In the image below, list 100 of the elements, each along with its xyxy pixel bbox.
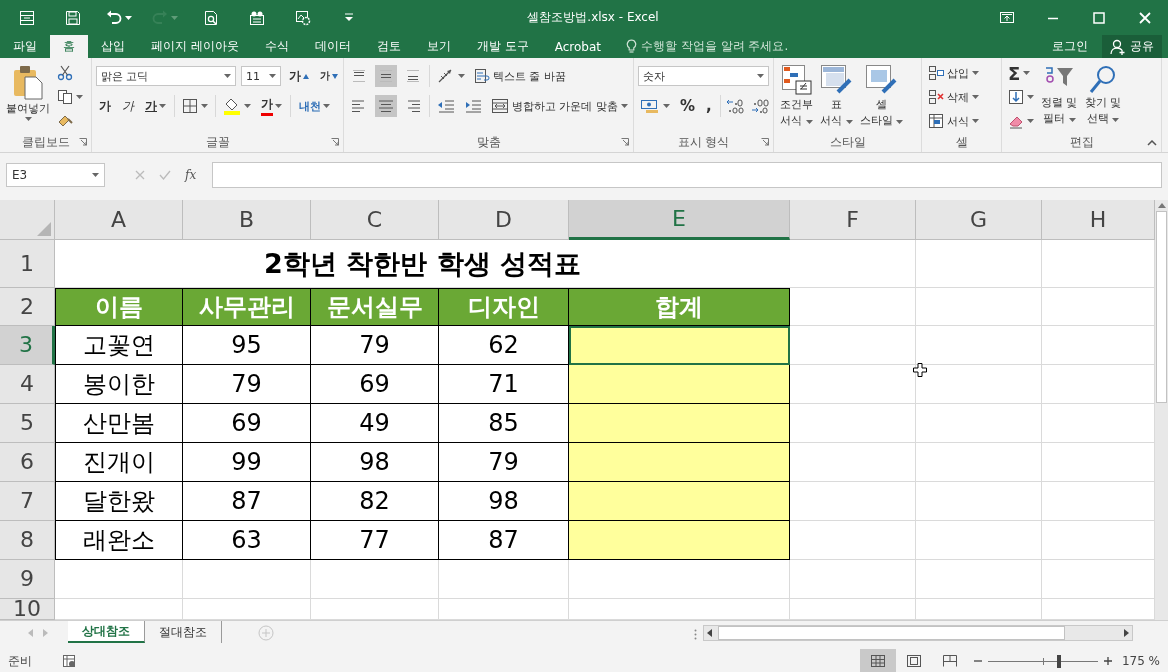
editing-button[interactable]: 찾기 및 선택 (1082, 62, 1123, 132)
caret-icon[interactable] (24, 117, 32, 121)
cells-button[interactable]: 삽입 (926, 62, 981, 84)
number-format-field[interactable]: 숫자 (638, 66, 769, 86)
zoom-out-icon[interactable] (973, 657, 982, 665)
ribbon-tab[interactable]: 삽입 (88, 35, 138, 58)
copy-icon[interactable] (57, 89, 73, 105)
scroll-up-icon[interactable] (1157, 203, 1166, 208)
caret-icon[interactable] (896, 120, 903, 124)
save-icon[interactable] (65, 9, 81, 26)
row-header[interactable]: 8 (0, 521, 55, 560)
caret-icon[interactable] (845, 120, 853, 124)
font-name-field[interactable]: 맑은 고딕 (96, 66, 236, 86)
phonetic-button[interactable]: 내천 (296, 95, 333, 117)
caret-icon[interactable] (275, 104, 282, 108)
formula-field[interactable] (212, 162, 1162, 188)
scissors-icon[interactable] (57, 65, 73, 81)
style-button[interactable]: 조건부 서식 (778, 62, 815, 132)
row-header[interactable]: 1 (0, 240, 55, 288)
caret-icon[interactable] (1027, 119, 1034, 123)
row-header[interactable]: 9 (0, 560, 55, 599)
caret-icon[interactable] (1027, 95, 1034, 99)
zoom-level[interactable]: 175 % (1121, 654, 1160, 668)
caret-icon[interactable] (1112, 118, 1119, 122)
caret-icon[interactable] (458, 74, 465, 78)
dialog-launcher-icon[interactable] (761, 138, 769, 146)
currency-icon[interactable] (640, 98, 660, 114)
style-button[interactable]: 셀 스타일 (857, 62, 905, 132)
ribbon-tab[interactable]: 보기 (413, 35, 464, 58)
table-cell[interactable] (569, 365, 790, 404)
login-link[interactable]: 로그인 (1052, 35, 1088, 58)
dialog-launcher-icon[interactable] (621, 138, 629, 146)
fill-down-icon[interactable] (1008, 89, 1024, 105)
sheet-tab[interactable]: 상대참조 (68, 621, 145, 643)
row-header[interactable]: 6 (0, 443, 55, 482)
cells-button[interactable]: 서식 (926, 110, 981, 132)
column-header[interactable]: H (1042, 200, 1155, 240)
caret-icon[interactable] (269, 74, 276, 78)
wrap-text-button[interactable]: 텍스트 줄 바꿈 (472, 65, 568, 87)
caret-icon[interactable] (757, 74, 764, 78)
collapse-ribbon-icon[interactable] (1147, 140, 1157, 146)
ribbon-tab[interactable]: 데이터 (301, 35, 364, 58)
caret-icon[interactable] (805, 120, 813, 124)
horizontal-scrollbar[interactable] (703, 625, 1133, 641)
sheet-tab[interactable]: 절대참조 (145, 621, 222, 643)
cells-button[interactable]: 삭제 (926, 86, 981, 108)
ribbon-tab[interactable]: 파일 (0, 35, 50, 58)
merge-center-button[interactable]: 병합하고 가운데 맞춤 (489, 95, 630, 117)
vertical-scrollbar[interactable] (1155, 200, 1168, 620)
row-header[interactable]: 5 (0, 404, 55, 443)
ribbon-tab[interactable]: 수식 (251, 35, 302, 58)
row-header[interactable]: 4 (0, 365, 55, 404)
dialog-launcher-icon[interactable] (331, 138, 339, 146)
ribbon-tab[interactable]: 검토 (363, 35, 414, 58)
camera-icon[interactable] (249, 9, 265, 26)
column-header[interactable]: A (55, 200, 183, 240)
close-icon[interactable] (1137, 9, 1153, 26)
borders-icon[interactable] (182, 98, 198, 114)
italic-button[interactable]: 가 (119, 95, 137, 117)
fill-color-icon[interactable] (223, 97, 241, 115)
caret-icon[interactable] (125, 15, 132, 20)
ribbon-tab[interactable]: 홈 (50, 35, 88, 58)
settings-icon[interactable] (295, 9, 311, 26)
tell-me-button[interactable]: 수행할 작업을 알려 주세요. (625, 35, 789, 58)
ribbon-display-icon[interactable] (999, 9, 1015, 26)
caret-icon[interactable] (159, 104, 166, 108)
row-header[interactable]: 7 (0, 482, 55, 521)
caret-icon[interactable] (972, 95, 979, 99)
caret-icon[interactable] (76, 95, 83, 99)
macro-record-icon[interactable] (62, 654, 76, 668)
ribbon-tab[interactable]: 개발 도구 (463, 35, 542, 58)
row-header[interactable]: 10 (0, 599, 55, 620)
table-cell[interactable] (569, 443, 790, 482)
zoom-in-icon[interactable] (1103, 657, 1112, 665)
table-cell[interactable] (569, 482, 790, 521)
column-header[interactable]: E (569, 200, 790, 240)
column-header[interactable]: G (916, 200, 1042, 240)
decrease-indent-icon[interactable] (437, 98, 455, 114)
print-preview-icon[interactable] (203, 9, 219, 26)
underline-button[interactable]: 가 (145, 97, 157, 115)
font-color-button[interactable]: 가 (258, 95, 285, 117)
splitter-icon[interactable] (694, 629, 697, 640)
increase-indent-icon[interactable] (464, 98, 482, 114)
decrease-decimal-icon[interactable] (750, 98, 771, 114)
column-header[interactable]: C (311, 200, 439, 240)
paintbrush-icon[interactable] (57, 113, 73, 129)
slider-thumb[interactable] (1057, 654, 1062, 668)
autosum-button[interactable]: Σ (1006, 62, 1036, 84)
insert-function-button[interactable]: fx (185, 168, 197, 182)
ribbon-tab[interactable]: Acrobat (541, 35, 614, 58)
ribbon-tab[interactable]: 페이지 레이아웃 (138, 35, 252, 58)
row-header[interactable]: 2 (0, 288, 55, 326)
bold-button[interactable]: 가 (96, 95, 114, 117)
percent-button[interactable]: % (677, 95, 699, 117)
column-header[interactable]: D (439, 200, 569, 240)
caret-icon[interactable] (201, 104, 208, 108)
scroll-thumb[interactable] (718, 626, 1065, 640)
paste-button[interactable]: 붙여넣기 (4, 62, 52, 132)
name-box[interactable]: E3 (6, 163, 105, 187)
caret-icon[interactable] (972, 71, 979, 75)
